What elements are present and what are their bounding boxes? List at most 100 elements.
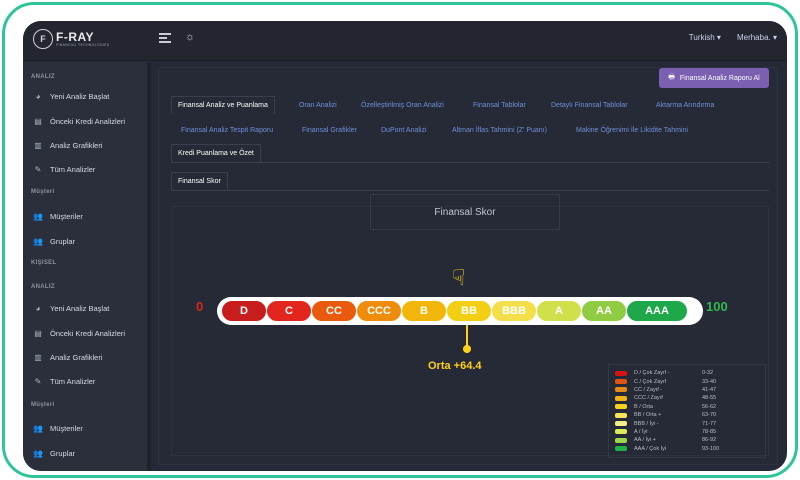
app-screen: F F-RAY FINANCIAL TECHNOLOGIES ☼ Turkish… <box>23 21 787 471</box>
legend-swatch <box>615 421 627 427</box>
legend-row: B / Orta 56-62 <box>615 403 759 411</box>
tab-ml-liquidity[interactable]: Makine Öğrenimi İle Likidite Tahmini <box>576 127 688 134</box>
legend-range: 63-70 <box>702 412 717 419</box>
legend-swatch <box>615 404 627 410</box>
legend-row: A / İyi 78-85 <box>615 428 759 436</box>
sidebar-section-title: Müşteri <box>31 402 55 408</box>
tab-dupont-analysis[interactable]: DuPont Analizi <box>381 127 427 134</box>
sidebar-item-groups[interactable]: 👥 Gruplar <box>33 237 75 246</box>
tab-underline <box>171 162 769 163</box>
legend-row: C / Çok Zayıf 33-40 <box>615 377 759 385</box>
users-icon: 👥 <box>33 424 43 433</box>
financial-score-card: Finansal Skor 0 100 ☟ D C CC CCC B BB BBB A AA AA… <box>171 194 769 458</box>
chart-bar-icon: ▥ <box>34 141 42 150</box>
legend-swatch <box>615 437 627 443</box>
sidebar-item-customers[interactable]: 👥 Müşteriler <box>33 212 83 221</box>
legend-swatch <box>615 412 627 418</box>
grade-segment-c: C <box>266 300 312 322</box>
grade-segment-a: A <box>536 300 582 322</box>
sidebar-item-analysis-charts[interactable]: ▥ Analiz Grafikleri <box>33 353 102 362</box>
tab-transfer-cleaning[interactable]: Aktarma Arındırma <box>656 102 714 109</box>
groups-icon: 👥 <box>33 449 43 458</box>
theme-toggle-sun-icon[interactable]: ☼ <box>185 31 195 43</box>
legend-range: 33-40 <box>702 378 717 385</box>
legend-range: 0-32 <box>702 370 714 377</box>
legend-name: CCC / Zayıf <box>634 395 663 402</box>
device-frame: F F-RAY FINANCIAL TECHNOLOGIES ☼ Turkish… <box>2 2 798 478</box>
chart-bar-icon: ▥ <box>34 353 42 362</box>
legend-name: BB / Orta + <box>634 412 662 419</box>
tab-financial-charts[interactable]: Finansal Grafikler <box>302 127 357 134</box>
legend-name: C / Çok Zayıf <box>634 378 667 385</box>
legend-name: D / Çok Zayıf - <box>634 370 670 377</box>
sidebar-item-customers[interactable]: 👥 Müşteriler <box>33 424 83 433</box>
tab-analysis-detection-report[interactable]: Finansal Analiz Tespit Raporu <box>181 127 273 134</box>
legend-range: 78-85 <box>702 428 717 435</box>
tab-ratio-analysis[interactable]: Oran Analizi <box>299 102 337 109</box>
grade-segment-bb: BB <box>446 300 492 322</box>
legend-swatch <box>615 370 627 376</box>
grade-segment-ccc: CCC <box>356 300 402 322</box>
financial-report-button[interactable]: 🖶 Finansal Analiz Raporu Al <box>659 68 769 88</box>
score-marker-dot <box>463 345 471 353</box>
sidebar-item-new-analysis[interactable]: ◕ Yeni Analiz Başlat <box>33 304 110 313</box>
score-title: Finansal Skor <box>370 194 560 230</box>
sidebar-item-groups[interactable]: 👥 Gruplar <box>33 449 75 458</box>
legend-swatch <box>615 429 627 435</box>
legend-name: B / Orta <box>634 403 653 410</box>
subtab-financial-score[interactable]: Finansal Skor <box>171 172 228 190</box>
grade-legend: D / Çok Zayıf -0-32 C / Çok Zayıf 33-40 CC … <box>608 364 766 458</box>
legend-swatch <box>615 446 627 452</box>
printer-icon: 🖶 <box>668 73 675 81</box>
legend-range: 93-100 <box>702 445 720 452</box>
app-logo[interactable]: F F-RAY FINANCIAL TECHNOLOGIES <box>33 29 109 49</box>
chart-pie-icon: ◕ <box>35 92 41 101</box>
tab-credit-scoring-summary[interactable]: Kredi Puanlama ve Özet <box>171 144 261 162</box>
chart-pie-icon: ◕ <box>35 304 41 313</box>
tab-custom-ratio-analysis[interactable]: Özelleştirilmiş Oran Analizi <box>361 102 444 109</box>
logo-mark-icon: F <box>33 29 53 49</box>
legend-row: AA / İyi + 86-92 <box>615 436 759 444</box>
tab-altman-bankruptcy[interactable]: Altman İflas Tahmini (Z' Puanı) <box>452 127 547 134</box>
sidebar-section-title: Müşteri <box>31 189 55 195</box>
sidebar-item-previous-analyses[interactable]: ▤ Önceki Kredi Analizleri <box>33 329 125 338</box>
sidebar: ANALIZ ◕ Yeni Analiz Başlat ▤ Önceki Kredi… <box>23 62 147 471</box>
sidebar-section-title: ANALIZ <box>31 284 55 290</box>
legend-row: AAA / Çok İyi 93-100 <box>615 445 759 453</box>
sidebar-item-all-analyses[interactable]: ✎ Tüm Analizler <box>33 377 96 386</box>
users-icon: 👥 <box>33 212 43 221</box>
sidebar-section-title: KIŞISEL <box>31 260 57 266</box>
legend-range: 86-92 <box>702 437 717 444</box>
legend-row: BB / Orta + 63-70 <box>615 411 759 419</box>
grade-segment-d: D <box>221 300 267 322</box>
scale-min-label: 0 <box>196 299 204 314</box>
sidebar-item-previous-analyses[interactable]: ▤ Önceki Kredi Analizleri <box>33 117 125 126</box>
document-icon: ▤ <box>34 329 42 338</box>
legend-row: CCC / Zayıf 48-55 <box>615 394 759 402</box>
legend-range: 56-62 <box>702 403 717 410</box>
legend-swatch <box>615 395 627 401</box>
tab-detailed-financial-tables[interactable]: Detaylı Finansal Tablolar <box>551 102 628 109</box>
grade-segment-aa: AA <box>581 300 627 322</box>
legend-name: CC / Zayıf - <box>634 386 663 393</box>
legend-row: CC / Zayıf - 41-47 <box>615 386 759 394</box>
legend-name: AAA / Çok İyi <box>634 445 667 452</box>
user-greeting-dropdown[interactable]: Merhaba. ▾ <box>737 33 777 42</box>
sidebar-item-new-analysis[interactable]: ◕ Yeni Analiz Başlat <box>33 92 110 101</box>
sidebar-item-analysis-charts[interactable]: ▥ Analiz Grafikleri <box>33 141 102 150</box>
edit-icon: ✎ <box>34 165 42 174</box>
legend-swatch <box>615 387 627 393</box>
legend-name: A / İyi <box>634 428 648 435</box>
sidebar-divider <box>147 62 151 471</box>
tab-financial-analysis-scoring[interactable]: Finansal Analiz ve Puanlama <box>171 96 275 114</box>
legend-range: 71-77 <box>702 420 717 427</box>
grade-scale-bar: D C CC CCC B BB BBB A AA AAA <box>217 297 703 325</box>
hamburger-menu-icon[interactable] <box>159 33 171 43</box>
tab-financial-tables[interactable]: Finansal Tablolar <box>473 102 526 109</box>
legend-range: 41-47 <box>702 386 717 393</box>
sidebar-item-all-analyses[interactable]: ✎ Tüm Analizler <box>33 165 96 174</box>
grade-segment-bbb: BBB <box>491 300 537 322</box>
grade-segment-cc: CC <box>311 300 357 322</box>
legend-name: AA / İyi + <box>634 437 656 444</box>
language-dropdown[interactable]: Turkish ▾ <box>689 33 721 42</box>
